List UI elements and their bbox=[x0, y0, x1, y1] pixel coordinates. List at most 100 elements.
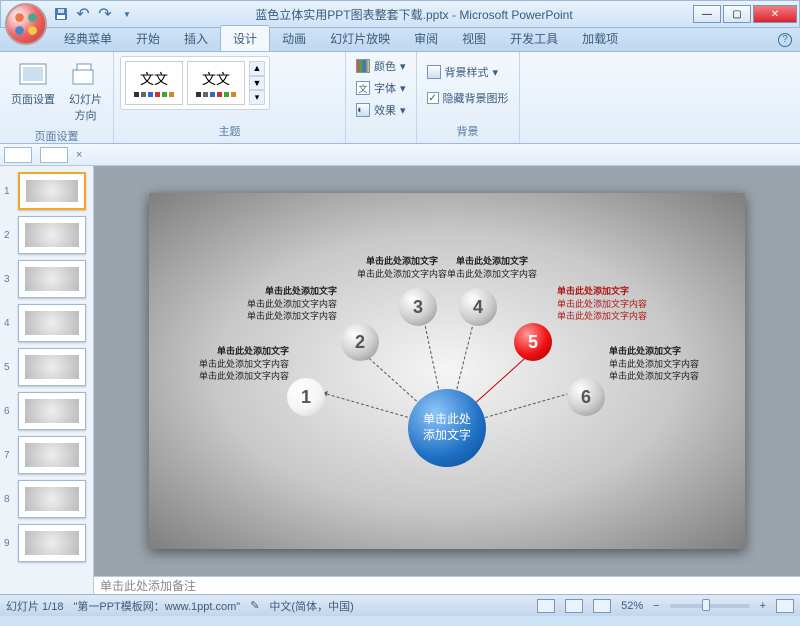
slides-tab-icon[interactable] bbox=[4, 147, 32, 163]
slide-orientation-button[interactable]: 幻灯片 方向 bbox=[64, 56, 107, 126]
theme-item-2[interactable]: 文文 bbox=[187, 61, 245, 105]
status-language[interactable]: 中文(简体，中国) bbox=[269, 598, 353, 614]
notes-pane[interactable]: 单击此处添加备注 bbox=[94, 576, 800, 594]
theme-gallery-nav: ▲ ▼ ▾ bbox=[249, 61, 265, 105]
tab-addins[interactable]: 加载项 bbox=[570, 26, 630, 51]
normal-view-button[interactable] bbox=[537, 599, 555, 613]
group-label-themes: 主题 bbox=[120, 121, 339, 141]
tab-animations[interactable]: 动画 bbox=[270, 26, 318, 51]
group-themes: 文文 文文 ▲ ▼ ▾ 主题 bbox=[114, 52, 346, 143]
status-template: "第一PPT模板网：www.1ppt.com" bbox=[73, 598, 240, 614]
effects-icon: ◐ bbox=[356, 103, 370, 117]
fonts-button[interactable]: 文字体 ▾ bbox=[352, 78, 410, 98]
slide-edit-area: 1 2 3 4 5 6 单击此处 添加文字 单击此处添加文字单击此处添加文字内容… bbox=[94, 166, 800, 594]
slide[interactable]: 1 2 3 4 5 6 单击此处 添加文字 单击此处添加文字单击此处添加文字内容… bbox=[149, 193, 745, 549]
slide-thumb-9[interactable] bbox=[18, 524, 86, 562]
tab-home[interactable]: 开始 bbox=[124, 26, 172, 51]
fit-window-button[interactable] bbox=[776, 599, 794, 613]
node-5[interactable]: 5 bbox=[514, 323, 552, 361]
qat-dropdown-icon[interactable]: ▼ bbox=[119, 6, 135, 22]
undo-icon[interactable]: ↶ bbox=[75, 6, 91, 22]
tab-slideshow[interactable]: 幻灯片放映 bbox=[318, 26, 402, 51]
spellcheck-icon[interactable]: ✎ bbox=[250, 599, 259, 612]
ribbon: 页面设置 幻灯片 方向 页面设置 文文 文文 ▲ ▼ ▾ 主题 颜色 ▾ bbox=[0, 52, 800, 144]
orientation-icon bbox=[70, 59, 102, 91]
slide-thumb-7[interactable] bbox=[18, 436, 86, 474]
colors-button[interactable]: 颜色 ▾ bbox=[352, 56, 410, 76]
node-3[interactable]: 3 bbox=[399, 288, 437, 326]
maximize-button[interactable]: ▢ bbox=[723, 5, 751, 23]
gallery-more-icon[interactable]: ▾ bbox=[249, 90, 265, 105]
tab-design[interactable]: 设计 bbox=[220, 25, 270, 51]
bg-styles-label: 背景样式 bbox=[445, 64, 489, 80]
slide-thumb-8[interactable] bbox=[18, 480, 86, 518]
tab-developer[interactable]: 开发工具 bbox=[498, 26, 570, 51]
office-button[interactable] bbox=[5, 3, 47, 45]
node-4[interactable]: 4 bbox=[459, 288, 497, 326]
fonts-icon: 文 bbox=[356, 81, 370, 95]
slide-thumb-3[interactable] bbox=[18, 260, 86, 298]
slide-thumbnail-panel[interactable]: 1 2 3 4 5 6 7 8 9 bbox=[0, 166, 94, 594]
slide-pane-header: × bbox=[0, 144, 800, 166]
colors-icon bbox=[356, 59, 370, 73]
zoom-in-icon[interactable]: + bbox=[760, 600, 766, 612]
zoom-out-icon[interactable]: − bbox=[653, 600, 659, 612]
slideshow-view-button[interactable] bbox=[593, 599, 611, 613]
effects-button[interactable]: ◐效果 ▾ bbox=[352, 100, 410, 120]
hide-bg-label: 隐藏背景图形 bbox=[443, 90, 509, 106]
caption-6: 单击此处添加文字单击此处添加文字内容单击此处添加文字内容 bbox=[609, 345, 729, 383]
gallery-down-icon[interactable]: ▼ bbox=[249, 76, 265, 91]
orientation-label: 幻灯片 方向 bbox=[69, 91, 102, 123]
colors-label: 颜色 bbox=[374, 58, 396, 74]
slide-thumb-4[interactable] bbox=[18, 304, 86, 342]
node-1[interactable]: 1 bbox=[287, 378, 325, 416]
caption-2: 单击此处添加文字单击此处添加文字内容单击此处添加文字内容 bbox=[227, 285, 337, 323]
ribbon-tabs: 经典菜单 开始 插入 设计 动画 幻灯片放映 审阅 视图 开发工具 加载项 ? bbox=[0, 28, 800, 52]
node-2[interactable]: 2 bbox=[341, 323, 379, 361]
group-background: 背景样式 ▾ ✓隐藏背景图形 背景 bbox=[417, 52, 520, 143]
theme-item-1[interactable]: 文文 bbox=[125, 61, 183, 105]
zoom-slider[interactable] bbox=[670, 604, 750, 608]
page-setup-button[interactable]: 页面设置 bbox=[6, 56, 60, 110]
outline-tab-icon[interactable] bbox=[40, 147, 68, 163]
group-label-page-setup: 页面设置 bbox=[6, 126, 107, 146]
tab-review[interactable]: 审阅 bbox=[402, 26, 450, 51]
slide-thumb-5[interactable] bbox=[18, 348, 86, 386]
bg-styles-icon bbox=[427, 65, 441, 79]
tab-classic-menu[interactable]: 经典菜单 bbox=[52, 26, 124, 51]
window-title: 蓝色立体实用PPT图表整套下载.pptx - Microsoft PowerPo… bbox=[135, 6, 693, 23]
caption-4: 单击此处添加文字单击此处添加文字内容 bbox=[447, 255, 537, 280]
redo-icon[interactable]: ↷ bbox=[97, 6, 113, 22]
title-bar: ↶ ↷ ▼ 蓝色立体实用PPT图表整套下载.pptx - Microsoft P… bbox=[0, 0, 800, 28]
tab-insert[interactable]: 插入 bbox=[172, 26, 220, 51]
theme-gallery[interactable]: 文文 文文 ▲ ▼ ▾ bbox=[120, 56, 270, 110]
status-bar: 幻灯片 1/18 "第一PPT模板网：www.1ppt.com" ✎ 中文(简体… bbox=[0, 594, 800, 616]
pane-close-icon[interactable]: × bbox=[76, 149, 82, 161]
slide-thumb-6[interactable] bbox=[18, 392, 86, 430]
close-button[interactable]: ✕ bbox=[753, 5, 797, 23]
node-6[interactable]: 6 bbox=[567, 378, 605, 416]
quick-access-toolbar: ↶ ↷ ▼ bbox=[53, 6, 135, 22]
minimize-button[interactable]: — bbox=[693, 5, 721, 23]
checkbox-icon: ✓ bbox=[427, 92, 439, 104]
tab-view[interactable]: 视图 bbox=[450, 26, 498, 51]
effects-label: 效果 bbox=[374, 102, 396, 118]
save-icon[interactable] bbox=[53, 6, 69, 22]
center-node[interactable]: 单击此处 添加文字 bbox=[408, 389, 486, 467]
window-controls: — ▢ ✕ bbox=[693, 5, 799, 23]
status-zoom: 52% bbox=[621, 600, 643, 612]
background-styles-button[interactable]: 背景样式 ▾ bbox=[423, 62, 503, 82]
caption-1: 单击此处添加文字单击此处添加文字内容单击此处添加文字内容 bbox=[179, 345, 289, 383]
hide-bg-graphics-checkbox[interactable]: ✓ 隐藏背景图形 bbox=[423, 88, 513, 108]
slide-thumb-1[interactable] bbox=[18, 172, 86, 210]
workspace: 1 2 3 4 5 6 7 8 9 1 2 3 4 5 bbox=[0, 166, 800, 594]
page-setup-icon bbox=[17, 59, 49, 91]
slide-canvas[interactable]: 1 2 3 4 5 6 单击此处 添加文字 单击此处添加文字单击此处添加文字内容… bbox=[94, 166, 800, 576]
help-icon[interactable]: ? bbox=[778, 33, 792, 47]
fonts-label: 字体 bbox=[374, 80, 396, 96]
group-page-setup: 页面设置 幻灯片 方向 页面设置 bbox=[0, 52, 114, 143]
caption-3: 单击此处添加文字单击此处添加文字内容 bbox=[357, 255, 447, 280]
slide-thumb-2[interactable] bbox=[18, 216, 86, 254]
sorter-view-button[interactable] bbox=[565, 599, 583, 613]
gallery-up-icon[interactable]: ▲ bbox=[249, 61, 265, 76]
